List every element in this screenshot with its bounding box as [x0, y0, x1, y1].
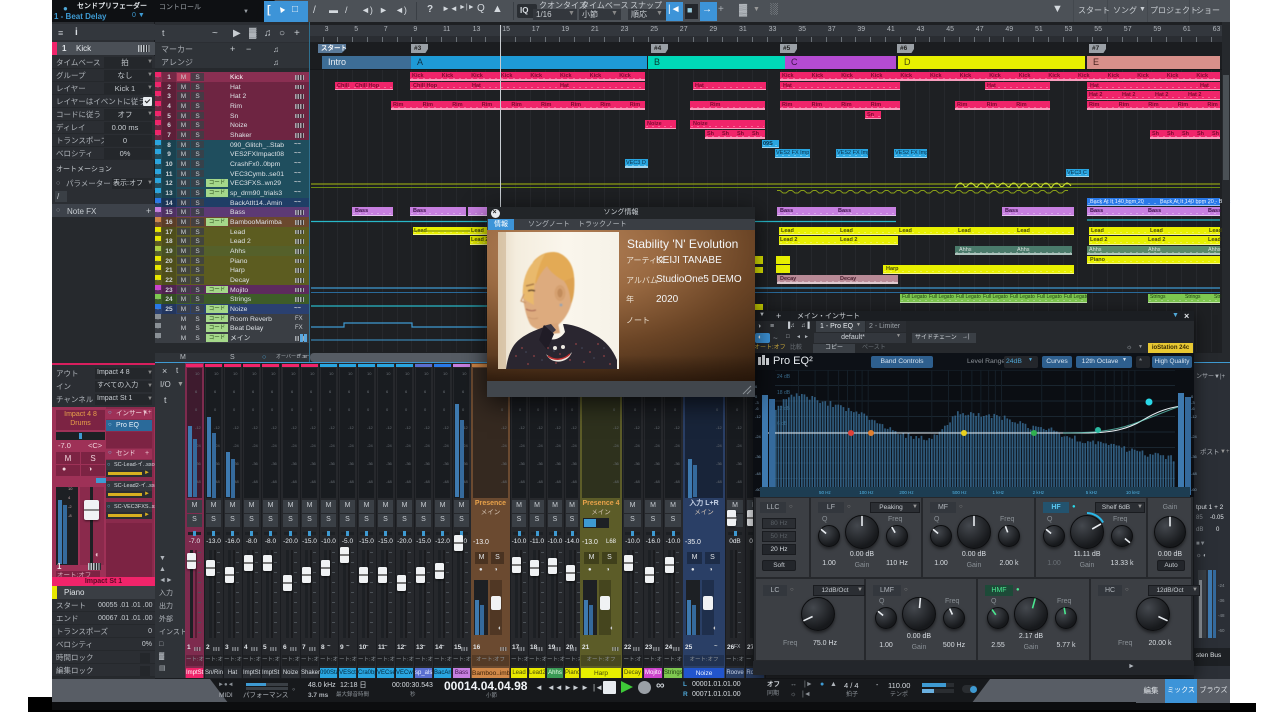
- svg-text:6 dB: 6 dB: [777, 421, 788, 427]
- svg-text:24 dB: 24 dB: [777, 374, 791, 380]
- svg-text:12 dB: 12 dB: [777, 406, 791, 412]
- svg-text:18 dB: 18 dB: [777, 390, 791, 396]
